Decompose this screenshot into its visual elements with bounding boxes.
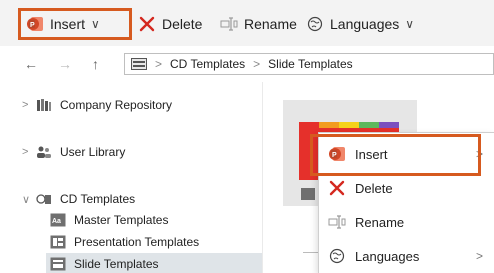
slide-template-icon — [50, 257, 66, 271]
tree-item-label: Company Repository — [60, 98, 173, 112]
context-menu-languages[interactable]: Languages > — [319, 241, 494, 271]
chevron-right-icon: > — [475, 249, 483, 263]
context-menu-label: Delete — [355, 180, 393, 196]
up-arrow-icon[interactable]: ↑ — [92, 56, 99, 72]
close-icon — [327, 179, 347, 197]
tree-item-label: Presentation Templates — [74, 235, 200, 249]
chevron-down-icon: ∨ — [405, 17, 415, 31]
context-menu-label: Rename — [355, 214, 405, 230]
close-icon — [138, 15, 156, 33]
master-template-icon: Aa — [50, 213, 66, 227]
insert-highlight-box — [18, 8, 132, 40]
tree-item-slide-templates[interactable]: Slide Templates — [46, 253, 262, 273]
tree-item-label: CD Templates — [60, 192, 136, 206]
chevron-down-icon: ∨ — [22, 193, 31, 206]
users-icon — [36, 145, 52, 159]
delete-label: Delete — [162, 16, 203, 32]
toolbar: P Insert ∨ Delete Rename Languages ∨ — [0, 0, 494, 46]
rename-icon — [327, 213, 347, 231]
tree-item-label: User Library — [60, 145, 126, 159]
address-bar: ← → ↑ > CD Templates > Slide Templates — [0, 46, 494, 82]
languages-label: Languages — [330, 16, 400, 32]
breadcrumb-item[interactable]: CD Templates — [170, 57, 245, 71]
forward-arrow-icon[interactable]: → — [58, 56, 72, 72]
breadcrumb-separator-icon: > — [253, 57, 261, 71]
library-icon — [36, 98, 52, 112]
slide-template-icon — [301, 188, 315, 200]
breadcrumb-item[interactable]: Slide Templates — [268, 57, 353, 71]
rename-button[interactable]: Rename — [220, 14, 297, 34]
globe-icon — [327, 247, 347, 265]
presentation-template-icon — [50, 235, 66, 249]
rename-icon — [220, 15, 238, 33]
chevron-right-icon: > — [22, 99, 29, 111]
context-menu-label: Languages — [355, 248, 420, 264]
folder-view-icon — [131, 58, 147, 70]
languages-button[interactable]: Languages ∨ — [306, 14, 414, 34]
breadcrumb-separator-icon: > — [155, 57, 163, 71]
context-menu-delete[interactable]: Delete — [319, 173, 494, 203]
rename-label: Rename — [244, 16, 297, 32]
tree-item-user-library[interactable]: > User Library — [22, 141, 242, 163]
delete-button[interactable]: Delete — [138, 14, 202, 34]
back-arrow-icon[interactable]: ← — [24, 56, 38, 72]
context-insert-highlight-box — [310, 134, 481, 176]
tree-item-label: Master Templates — [74, 213, 169, 227]
tree-item-company-repository[interactable]: > Company Repository — [22, 94, 242, 116]
globe-icon — [306, 15, 324, 33]
tree-item-presentation-templates[interactable]: Presentation Templates — [50, 231, 250, 253]
svg-text:Aa: Aa — [52, 218, 61, 225]
breadcrumb[interactable]: > CD Templates > Slide Templates — [124, 53, 494, 75]
templates-icon — [36, 192, 52, 206]
tree-item-master-templates[interactable]: Aa Master Templates — [50, 209, 250, 231]
tree-item-label: Slide Templates — [74, 257, 159, 271]
tree-item-cd-templates[interactable]: ∨ CD Templates — [22, 188, 242, 210]
chevron-right-icon: > — [22, 146, 29, 158]
context-menu-rename[interactable]: Rename — [319, 207, 494, 237]
folder-tree: > Company Repository > User Library ∨ CD… — [0, 82, 262, 273]
